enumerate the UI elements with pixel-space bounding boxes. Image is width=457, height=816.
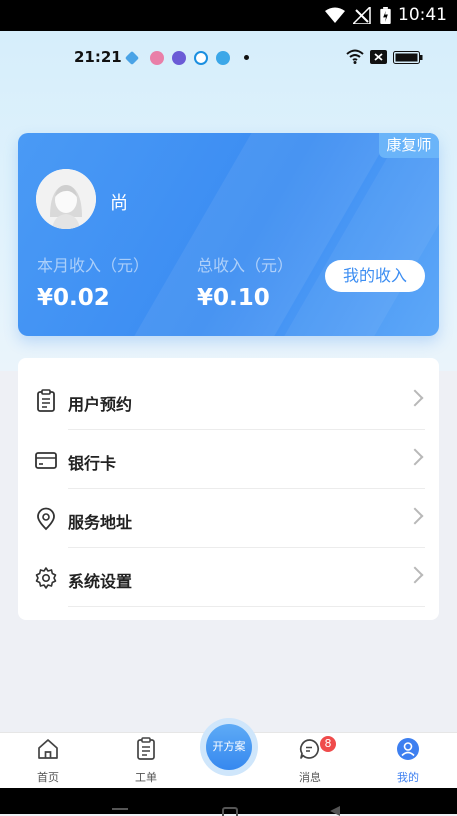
wifi-icon [346, 49, 364, 64]
sim-off-icon [370, 50, 387, 64]
divider [68, 488, 425, 489]
chevron-right-icon [406, 448, 424, 466]
nav-label: 消息 [299, 771, 321, 784]
avatar-image [36, 169, 96, 229]
chevron-right-icon [406, 507, 424, 525]
app-notification-icon [150, 51, 164, 65]
income-card: 康复师 尚 本月收入（元） 总收入（元） ¥0.02 ¥0.10 我的收入 [18, 133, 439, 336]
clipboard-icon [137, 737, 155, 760]
total-income-value: ¥0.10 [197, 285, 270, 311]
app-notification-icon [124, 50, 140, 66]
back-icon[interactable] [330, 806, 340, 816]
signal-off-icon [353, 7, 371, 24]
month-income-value: ¥0.02 [37, 285, 110, 311]
nav-label: 工单 [135, 771, 157, 784]
home-icon [38, 739, 58, 759]
battery-icon [393, 51, 423, 64]
app-notification-icon [172, 51, 186, 65]
my-income-button[interactable]: 我的收入 [325, 260, 425, 292]
inner-clock: 21:21 [74, 48, 122, 66]
divider [68, 429, 425, 430]
menu-list: 用户预约 银行卡 服务地址 系统设置 [18, 358, 439, 620]
nav-home[interactable]: 首页 [13, 733, 83, 789]
menu-icon[interactable] [112, 808, 128, 810]
user-icon [397, 738, 419, 760]
menu-item-label: 银行卡 [68, 454, 117, 473]
menu-item-settings[interactable]: 系统设置 [18, 549, 439, 607]
avatar[interactable] [36, 169, 96, 229]
menu-item-service-address[interactable]: 服务地址 [18, 490, 439, 548]
total-income-label: 总收入（元） [197, 256, 294, 275]
system-clock: 10:41 [398, 5, 447, 25]
nav-label: 我的 [397, 771, 419, 784]
menu-item-label: 系统设置 [68, 572, 133, 591]
location-icon [37, 507, 55, 531]
role-badge: 康复师 [379, 133, 439, 158]
more-notifications-dot [244, 55, 249, 60]
clipboard-icon [37, 389, 55, 412]
chat-icon [299, 739, 319, 759]
app-notification-icon [194, 51, 208, 65]
gear-icon [35, 567, 57, 589]
create-plan-button[interactable]: 开方案 [206, 724, 252, 770]
nav-mine[interactable]: 我的 [373, 733, 443, 789]
menu-item-label: 用户预约 [68, 395, 133, 414]
inner-status-bar: 21:21 [0, 42, 457, 72]
nav-label: 首页 [37, 771, 59, 784]
app-notification-icon [216, 51, 230, 65]
chevron-right-icon [406, 389, 424, 407]
menu-item-label: 服务地址 [68, 513, 133, 532]
chevron-right-icon [406, 566, 424, 584]
battery-charging-icon [380, 7, 391, 24]
username: 尚 [110, 193, 128, 214]
month-income-label: 本月收入（元） [37, 256, 150, 275]
card-icon [35, 452, 57, 469]
nav-work-orders[interactable]: 工单 [111, 733, 181, 789]
menu-item-bank-card[interactable]: 银行卡 [18, 431, 439, 489]
wifi-icon [325, 7, 345, 23]
android-nav-bar [0, 788, 457, 816]
divider [68, 606, 425, 607]
home-icon[interactable] [222, 807, 238, 816]
menu-item-appointments[interactable]: 用户预约 [18, 372, 439, 430]
divider [68, 547, 425, 548]
message-count-badge: 8 [320, 736, 336, 752]
system-status-bar: 10:41 [0, 0, 457, 31]
